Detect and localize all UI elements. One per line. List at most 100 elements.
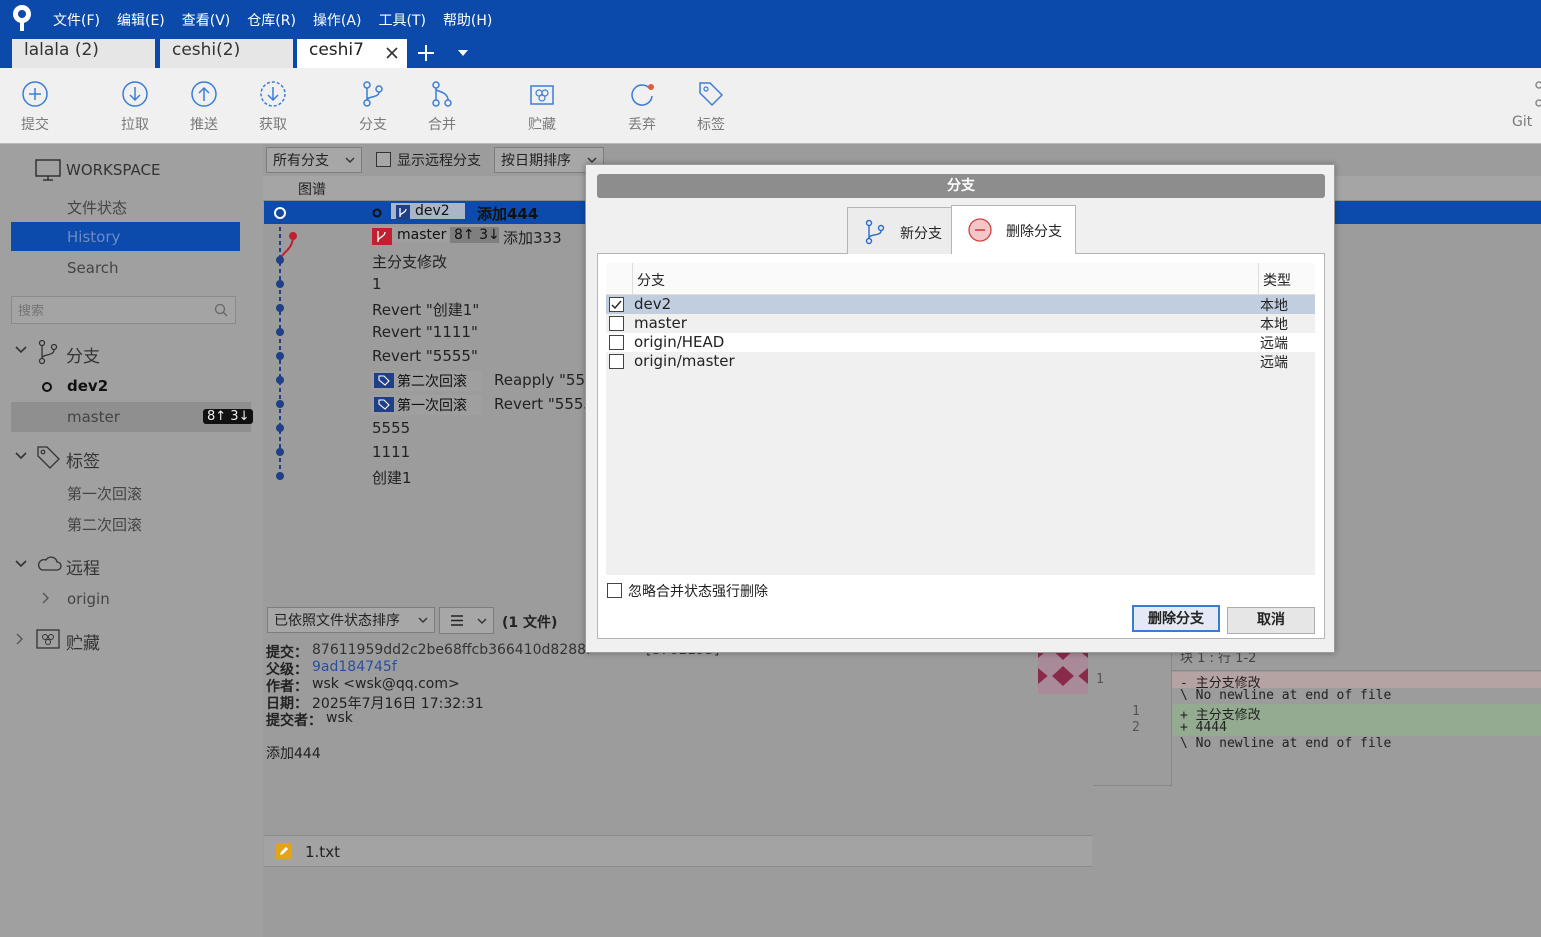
branch-checkbox[interactable] [609, 335, 624, 350]
file-list-row[interactable] [264, 835, 1092, 867]
remotes-header[interactable]: 远程 [66, 554, 100, 579]
sidebar-branch-dev2[interactable]: dev2 [67, 377, 108, 395]
remotes-chevron-down-icon[interactable] [15, 560, 27, 568]
repo-tab-ceshi[interactable]: ceshi(2) [160, 39, 293, 68]
stashes-chevron-right-icon[interactable] [16, 633, 24, 645]
sidebar-tag-second-rollback[interactable]: 第二次回滚 [67, 514, 142, 535]
chevron-down-icon [477, 618, 487, 624]
pull-button[interactable]: 拉取 [105, 80, 165, 134]
view-mode-dropdown[interactable] [439, 607, 494, 634]
author-value: wsk <wsk@qq.com> [312, 676, 460, 692]
branch-dialog: 分支 新分支 删除分支 分支 类型 dev2 本地 master 本地 orig… [585, 164, 1335, 653]
tab-new-branch-label: 新分支 [900, 226, 942, 242]
discard-icon [631, 84, 654, 106]
tab-dropdown-icon[interactable] [458, 50, 468, 56]
committer-value: wsk [326, 710, 353, 726]
commit-icon [22, 81, 48, 107]
discard-button[interactable]: 丢弃 [612, 80, 672, 134]
git-flow-label: Git [1512, 114, 1533, 130]
origin-chevron-right-icon[interactable] [42, 592, 50, 604]
check-icon [611, 300, 622, 310]
commit-node [276, 472, 284, 480]
merge-button[interactable]: 合并 [412, 80, 472, 134]
tags-header[interactable]: 标签 [66, 447, 100, 472]
tab-delete-branch[interactable]: 删除分支 [951, 205, 1076, 254]
sidebar-remote-origin[interactable]: origin [67, 590, 110, 608]
commit-message: 主分支修改 [372, 253, 448, 271]
menu-view[interactable]: 查看(V) [182, 10, 231, 30]
commit-message: Revert "5555" [372, 347, 478, 365]
ahead-behind-badge: 8↑ 3↓ [450, 227, 500, 243]
ahead-behind-badge: 8↑ 3↓ [203, 409, 254, 424]
search-icon [214, 303, 228, 317]
branch-row-master[interactable]: master 本地 [606, 314, 1315, 333]
workspace-monitor-icon [35, 158, 61, 182]
show-remote-label: 显示远程分支 [397, 153, 481, 169]
dialog-title: 分支 [597, 174, 1325, 198]
branches-header[interactable]: 分支 [66, 342, 100, 367]
push-label: 推送 [190, 117, 218, 133]
show-remote-checkbox[interactable] [376, 152, 391, 167]
branch-row-origin-master[interactable]: origin/master 远端 [606, 352, 1315, 371]
diff-old-line-no: 1 [1096, 672, 1104, 687]
diff-line-text: + 4444 [1180, 720, 1227, 735]
tag-ref-icon [374, 373, 394, 388]
chevron-down-icon [418, 617, 428, 623]
git-flow-button[interactable]: Git [1512, 80, 1541, 130]
sidebar-search-input[interactable] [11, 296, 236, 324]
menu-tools[interactable]: 工具(T) [378, 10, 425, 30]
stashes-header[interactable]: 贮藏 [66, 629, 100, 654]
tags-icon [36, 445, 62, 471]
commit-node [289, 232, 297, 240]
new-tab-plus-icon[interactable] [416, 43, 436, 63]
menu-help[interactable]: 帮助(H) [443, 10, 492, 30]
menu-file[interactable]: 文件(F) [53, 10, 100, 30]
sidebar-item-history-label: History [67, 228, 121, 246]
column-type[interactable]: 类型 [1263, 270, 1291, 290]
branch-name: dev2 [634, 295, 672, 313]
tags-chevron-down-icon[interactable] [15, 452, 27, 460]
commit-button[interactable]: 提交 [5, 80, 65, 134]
tag-button[interactable]: 标签 [681, 80, 741, 134]
branch-filter-label: 所有分支 [273, 153, 329, 169]
delete-branch-button[interactable]: 删除分支 [1132, 605, 1220, 632]
menu-repository[interactable]: 仓库(R) [247, 10, 296, 30]
parent-hash-link[interactable]: 9ad184745f [312, 659, 397, 675]
sidebar-tag-first-rollback[interactable]: 第一次回滚 [67, 483, 142, 504]
tag-ref-icon [374, 397, 394, 412]
repo-tab-lalala[interactable]: lalala (2) [12, 39, 155, 68]
cancel-button[interactable]: 取消 [1227, 607, 1315, 634]
close-tab-icon[interactable] [384, 45, 400, 61]
branch-row-dev2[interactable]: dev2 本地 [606, 295, 1315, 314]
branch-checkbox[interactable] [609, 354, 624, 369]
header-divider [632, 263, 633, 295]
menu-actions[interactable]: 操作(A) [313, 10, 362, 30]
commit-message: 1 [372, 275, 382, 293]
branch-ref-icon [396, 205, 410, 220]
branch-row-origin-head[interactable]: origin/HEAD 远端 [606, 333, 1315, 352]
menu-edit[interactable]: 编辑(E) [117, 10, 165, 30]
branch-checkbox-checked[interactable] [609, 297, 624, 312]
fetch-button[interactable]: 获取 [243, 80, 303, 134]
fetch-icon [260, 81, 286, 107]
column-branch[interactable]: 分支 [637, 270, 665, 290]
sidebar-item-history[interactable] [11, 222, 240, 251]
file-sort-dropdown[interactable]: 已依照文件状态排序 [267, 607, 435, 633]
branches-chevron-down-icon[interactable] [15, 346, 27, 354]
toolbar: 提交 拉取 推送 获取 分支 合并 贮藏 丢弃 标签 Git [0, 68, 1541, 144]
branch-button[interactable]: 分支 [343, 80, 403, 134]
stash-button[interactable]: 贮藏 [512, 80, 572, 134]
force-delete-checkbox[interactable] [607, 583, 622, 598]
commit-node [276, 352, 284, 360]
branch-checkbox[interactable] [609, 316, 624, 331]
sidebar-item-file-status[interactable]: 文件状态 [67, 197, 127, 218]
branch-filter-dropdown[interactable]: 所有分支 [266, 147, 362, 173]
tab-new-branch[interactable]: 新分支 [847, 207, 952, 254]
commit-node [276, 400, 284, 408]
git-flow-icon [1534, 81, 1541, 107]
merge-icon [432, 81, 452, 107]
sidebar-item-search[interactable]: Search [67, 259, 119, 277]
branch-type: 远端 [1260, 355, 1288, 371]
tag-icon [699, 82, 724, 107]
push-button[interactable]: 推送 [174, 80, 234, 134]
